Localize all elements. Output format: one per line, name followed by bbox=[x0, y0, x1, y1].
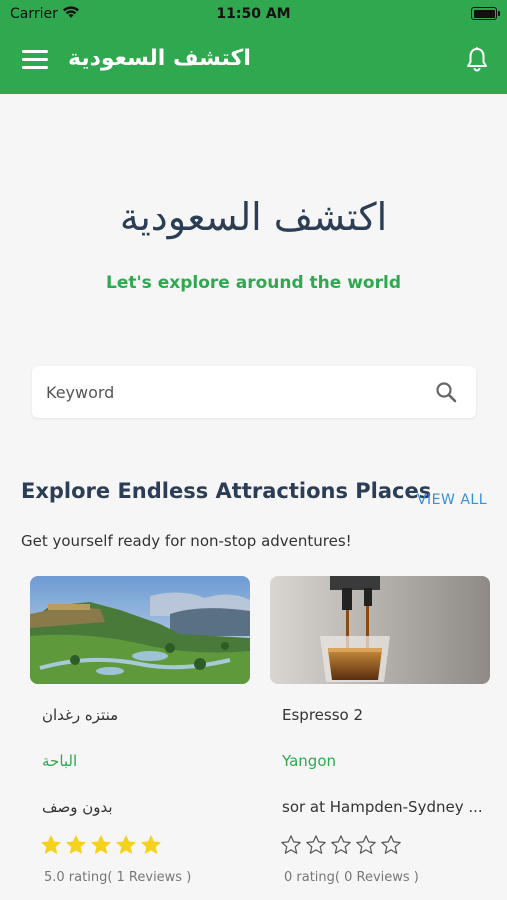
place-card[interactable]: منتزه رغدان الباحة بدون وصف 5.0 rating( … bbox=[30, 576, 250, 885]
star-filled-icon bbox=[141, 835, 161, 854]
app-bar: اكتشف السعودية bbox=[0, 28, 507, 94]
place-description: sor at Hampden-Sydney ... bbox=[282, 798, 483, 816]
clock: 11:50 AM bbox=[216, 6, 291, 22]
view-all-link[interactable]: VIEW ALL bbox=[417, 492, 487, 508]
battery-icon bbox=[471, 7, 500, 20]
place-name: منتزه رغدان bbox=[42, 706, 119, 724]
star-empty-icon bbox=[306, 835, 326, 854]
place-name: Espresso 2 bbox=[282, 706, 363, 724]
place-image[interactable] bbox=[270, 576, 490, 684]
star-empty-icon bbox=[381, 835, 401, 854]
place-image[interactable] bbox=[30, 576, 250, 684]
star-empty-icon bbox=[356, 835, 376, 854]
star-filled-icon bbox=[66, 835, 86, 854]
star-filled-icon bbox=[41, 835, 61, 854]
rating-text: 5.0 rating( 1 Reviews ) bbox=[44, 870, 192, 885]
place-city[interactable]: الباحة bbox=[42, 752, 77, 770]
status-bar: Carrier 11:50 AM bbox=[0, 0, 507, 28]
place-description: بدون وصف bbox=[42, 798, 113, 816]
section-subtitle: Get yourself ready for non-stop adventur… bbox=[21, 532, 352, 550]
search-bar bbox=[32, 366, 476, 418]
notification-bell-icon[interactable] bbox=[465, 46, 489, 74]
star-filled-icon bbox=[91, 835, 111, 854]
star-empty-icon bbox=[331, 835, 351, 854]
hero-title: اكتشف السعودية bbox=[119, 195, 388, 239]
app-title: اكتشف السعودية bbox=[68, 46, 251, 71]
rating-stars bbox=[280, 834, 405, 858]
menu-icon[interactable] bbox=[22, 50, 48, 70]
rating-text: 0 rating( 0 Reviews ) bbox=[284, 870, 419, 885]
hero-subtitle: Let's explore around the world bbox=[105, 273, 401, 293]
star-filled-icon bbox=[116, 835, 136, 854]
search-input[interactable] bbox=[46, 380, 406, 404]
place-city[interactable]: Yangon bbox=[282, 752, 336, 770]
search-icon[interactable] bbox=[434, 380, 458, 404]
star-empty-icon bbox=[281, 835, 301, 854]
section-title: Explore Endless Attractions Places bbox=[21, 479, 432, 503]
rating-stars bbox=[40, 834, 165, 858]
place-card[interactable]: Espresso 2 Yangon sor at Hampden-Sydney … bbox=[270, 576, 490, 885]
